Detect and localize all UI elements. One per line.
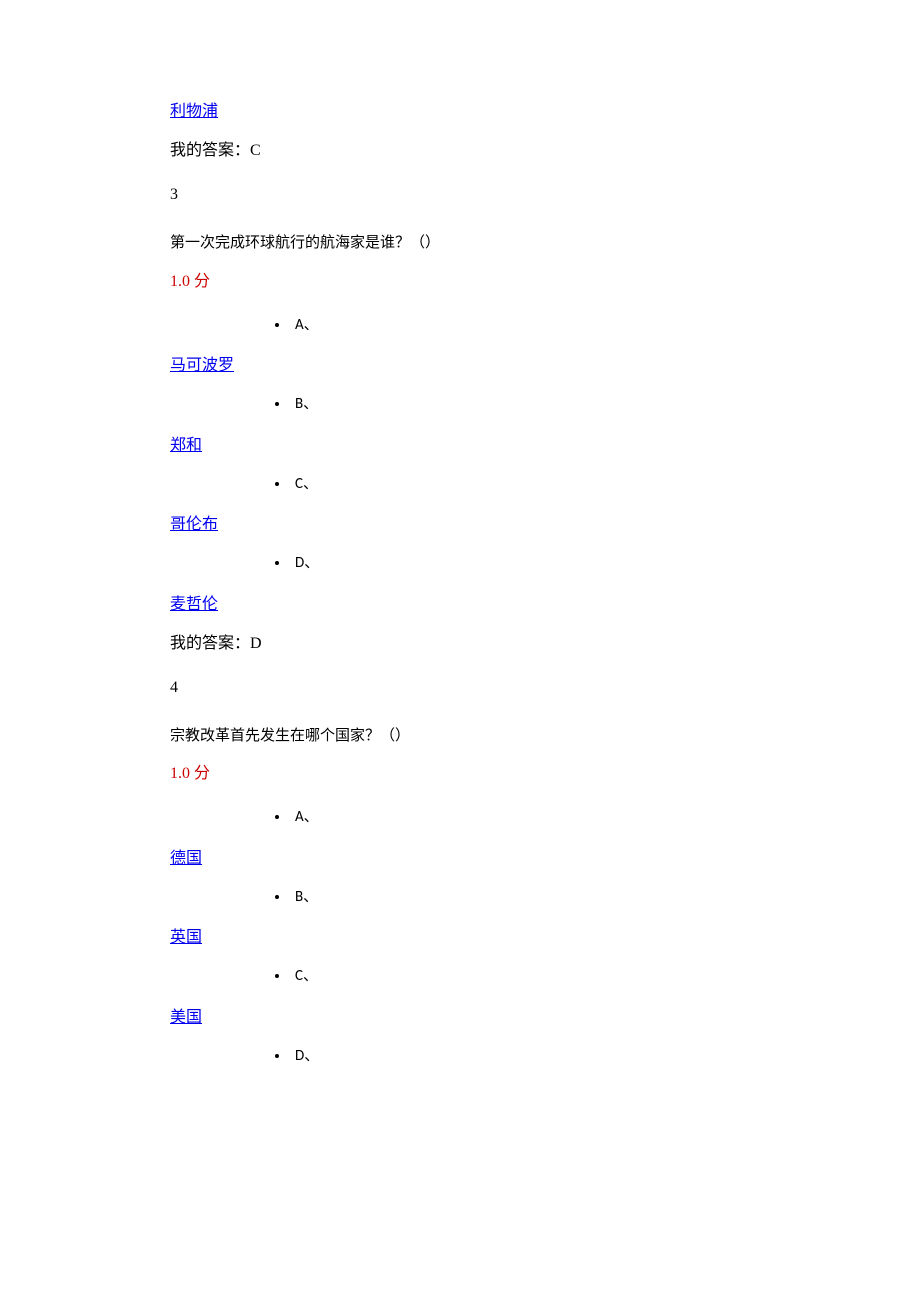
- option-bullet: D、: [290, 1045, 860, 1068]
- question-score: 1.0 分: [170, 762, 860, 786]
- option-bullet: C、: [290, 965, 860, 988]
- option-label: D、: [290, 1045, 860, 1068]
- option-bullet: D、: [290, 552, 860, 575]
- option-link[interactable]: 哥伦布: [170, 513, 860, 537]
- option-link[interactable]: 马可波罗: [170, 354, 860, 378]
- option-bullet: B、: [290, 886, 860, 909]
- question-number: 4: [170, 676, 860, 700]
- option-label: C、: [290, 965, 860, 988]
- option-link[interactable]: 利物浦: [170, 100, 860, 124]
- my-answer: 我的答案：C: [170, 139, 860, 163]
- question-number: 3: [170, 183, 860, 207]
- option-link[interactable]: 麦哲伦: [170, 593, 860, 617]
- option-bullet: A、: [290, 314, 860, 337]
- option-link[interactable]: 郑和: [170, 434, 860, 458]
- option-label: B、: [290, 886, 860, 909]
- option-link[interactable]: 德国: [170, 847, 860, 871]
- question-text: 第一次完成环球航行的航海家是谁？（）: [170, 232, 860, 255]
- option-label: A、: [290, 806, 860, 829]
- option-label: D、: [290, 552, 860, 575]
- option-bullet: C、: [290, 473, 860, 496]
- option-label: C、: [290, 473, 860, 496]
- question-text: 宗教改革首先发生在哪个国家？（）: [170, 725, 860, 748]
- option-link[interactable]: 美国: [170, 1006, 860, 1030]
- option-label: A、: [290, 314, 860, 337]
- my-answer: 我的答案：D: [170, 632, 860, 656]
- option-label: B、: [290, 393, 860, 416]
- question-score: 1.0 分: [170, 270, 860, 294]
- option-bullet: A、: [290, 806, 860, 829]
- option-bullet: B、: [290, 393, 860, 416]
- option-link[interactable]: 英国: [170, 926, 860, 950]
